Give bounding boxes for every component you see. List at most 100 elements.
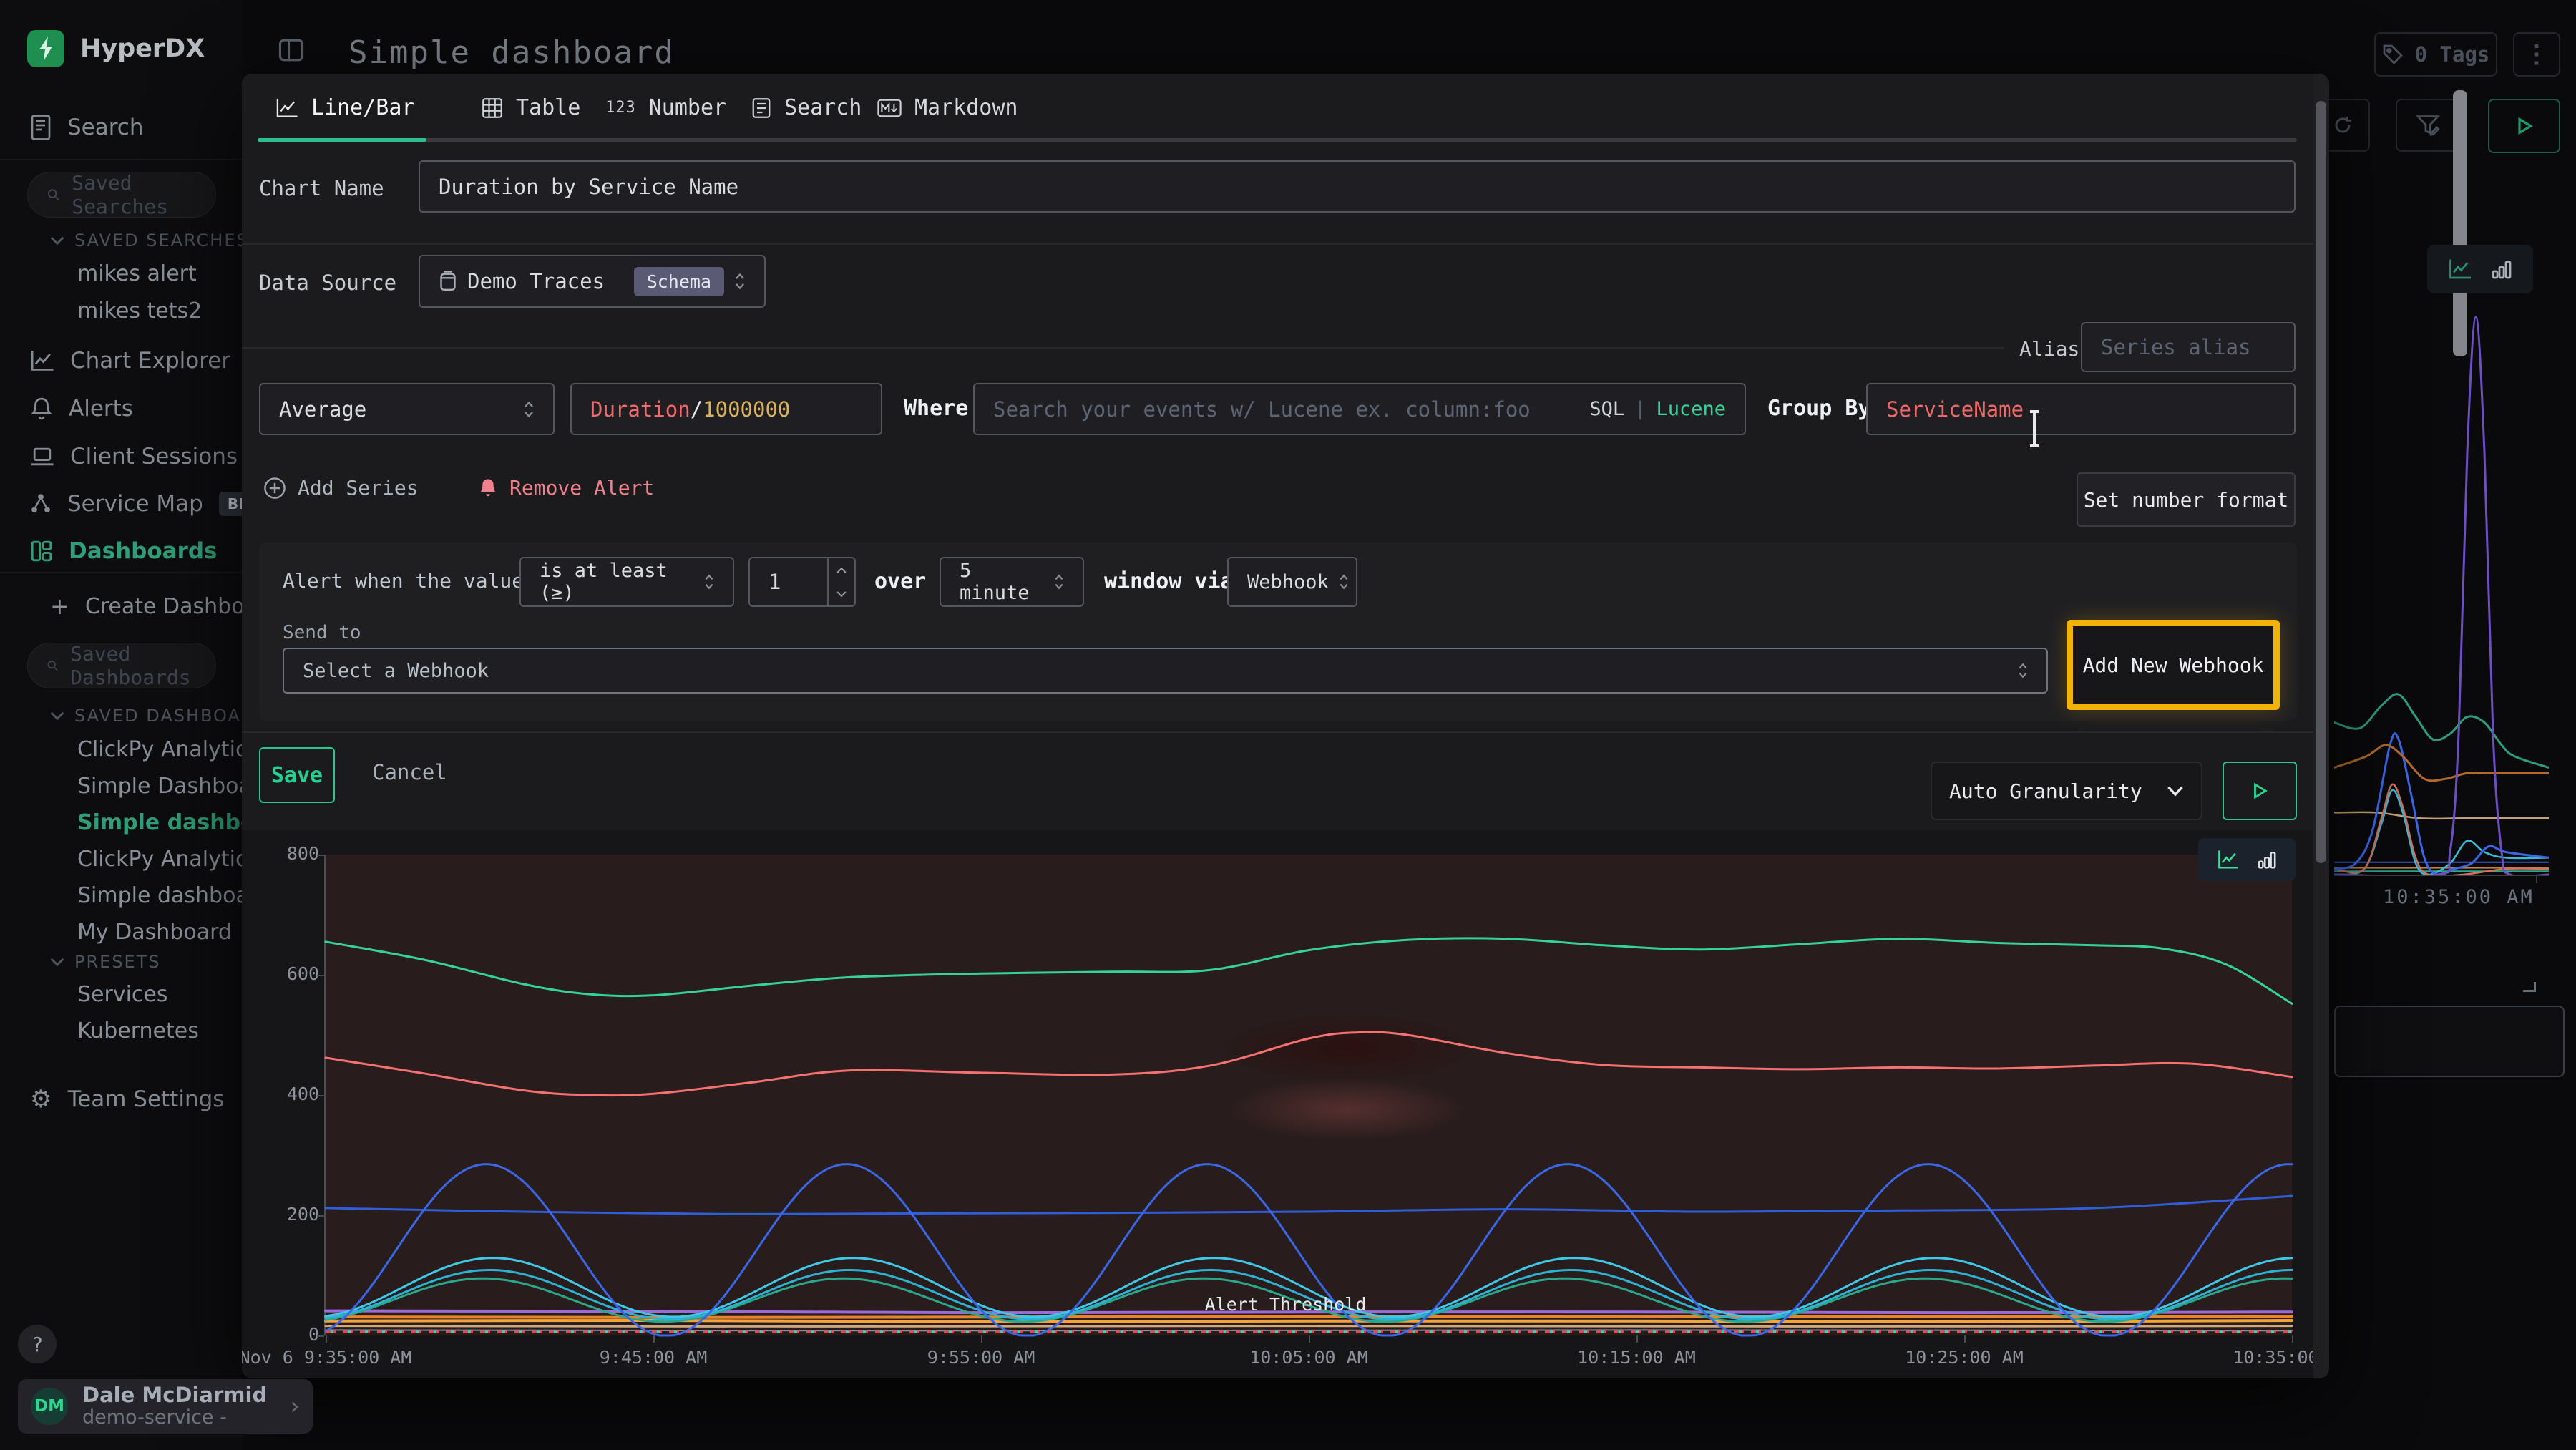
modal-divider — [242, 347, 2004, 349]
sidebar-item-client-sessions[interactable]: Client Sessions — [30, 444, 238, 469]
chart-type-toggle[interactable] — [2198, 838, 2296, 881]
aggregation-select[interactable]: Average — [259, 383, 555, 435]
tab-number[interactable]: 123 Number — [605, 95, 726, 120]
saved-dashboards-input[interactable]: Saved Dashboards — [27, 643, 216, 688]
filter-button[interactable] — [2396, 99, 2460, 152]
sql-toggle[interactable]: SQL — [1589, 398, 1624, 420]
sidebar-item-search[interactable]: Search — [30, 115, 144, 140]
mini-x-tick — [2536, 876, 2537, 883]
cancel-button[interactable]: Cancel — [372, 760, 447, 784]
x-axis-tick-label: 10:25:00 AM — [1835, 1347, 2093, 1368]
app-logo[interactable]: HyperDX — [27, 30, 205, 67]
remove-alert-button[interactable]: Remove Alert — [478, 476, 654, 500]
over-label: over — [874, 569, 926, 594]
granularity-select[interactable]: Auto Granularity — [1931, 762, 2202, 820]
user-card[interactable]: DM Dale McDiarmid demo-service - › — [18, 1379, 313, 1434]
app-logo-text: HyperDX — [80, 34, 205, 63]
schema-badge[interactable]: Schema — [634, 267, 724, 296]
refresh-icon — [2332, 115, 2353, 136]
service-map-icon — [30, 492, 52, 515]
tab-line-bar[interactable]: Line/Bar — [275, 95, 415, 120]
journal-icon — [30, 115, 52, 140]
alert-prefix-label: Alert when the value — [283, 569, 524, 593]
panel-resize-handle[interactable] — [2523, 982, 2536, 992]
chart-series-orange-2 — [326, 1320, 2292, 1322]
tab-markdown[interactable]: Markdown — [877, 95, 1018, 120]
panel-toggle-icon — [278, 37, 305, 64]
edit-chart-modal: Line/Bar Table 123 Number Search Markdow… — [242, 74, 2329, 1378]
preview-run-button[interactable] — [2223, 762, 2297, 820]
page-title: Simple dashboard — [348, 34, 675, 71]
x-axis-tick — [653, 1335, 655, 1343]
kebab-icon: ⋮ — [2524, 40, 2549, 69]
lucene-toggle[interactable]: Lucene — [1656, 398, 1726, 420]
play-icon — [2250, 782, 2269, 800]
number-spinner[interactable] — [827, 558, 854, 605]
alert-condition-select[interactable]: is at least (≥) — [519, 557, 734, 607]
modal-scrollbar-thumb[interactable] — [2316, 101, 2326, 863]
mini-chart-type-toggle[interactable] — [2427, 245, 2533, 293]
chart-name-input[interactable]: Duration by Service Name — [419, 160, 2296, 213]
background-dashboard-chart — [2334, 311, 2549, 875]
webhook-select[interactable]: Select a Webhook — [283, 648, 2048, 694]
tab-table[interactable]: Table — [482, 95, 580, 120]
group-by-input[interactable]: ServiceName — [1866, 383, 2296, 435]
x-axis-tick-label: 9:55:00 AM — [852, 1347, 1110, 1368]
background-search-input[interactable] — [2334, 1006, 2565, 1077]
y-axis-tick-label: 800 — [262, 843, 319, 864]
x-axis-tick-label: 10:15:00 AM — [1508, 1347, 1765, 1368]
saved-search-item[interactable]: mikes alert — [77, 261, 202, 286]
123-icon: 123 — [605, 99, 636, 117]
saved-search-item[interactable]: mikes tets2 — [77, 298, 202, 323]
field-expression-input[interactable]: Duration / 1000000 — [570, 383, 882, 435]
sidebar-item-alerts[interactable]: Alerts — [30, 396, 133, 422]
add-series-button[interactable]: Add Series — [263, 476, 419, 500]
x-axis-tick-label: 9:45:00 AM — [525, 1347, 782, 1368]
duration-line-chart — [326, 855, 2292, 1335]
saved-searches-list: mikes alert mikes tets2 — [77, 261, 202, 323]
sidebar-item-chart-explorer[interactable]: Chart Explorer — [30, 348, 230, 374]
preset-item[interactable]: Kubernetes — [77, 1018, 199, 1043]
alert-window-select[interactable]: 5 minute — [940, 557, 1084, 607]
sidebar-collapse-button[interactable] — [278, 37, 305, 64]
saved-searches-input[interactable]: Saved Searches — [27, 172, 216, 218]
sidebar-divider — [0, 572, 243, 573]
preset-item[interactable]: Services — [77, 982, 199, 1007]
select-chevrons-icon — [523, 399, 535, 419]
avatar: DM — [31, 1388, 68, 1425]
presets-header[interactable]: PRESETS — [50, 952, 161, 972]
modal-scrollbar-track[interactable] — [2313, 74, 2329, 1378]
chevron-down-icon — [50, 957, 64, 967]
x-axis-tick-label: Nov 6 9:35:00 AM — [242, 1347, 454, 1368]
set-number-format-button[interactable]: Set number format — [2077, 472, 2296, 527]
line-chart-icon — [2217, 850, 2240, 870]
document-icon — [751, 97, 771, 119]
data-source-select[interactable]: Demo Traces Schema — [419, 255, 766, 308]
where-placeholder: Search your events w/ Lucene ex. column:… — [993, 397, 1531, 422]
sidebar-item-team-settings[interactable]: ⚙ Team Settings — [30, 1085, 224, 1114]
save-button[interactable]: Save — [259, 747, 335, 803]
tags-button[interactable]: 0 Tags — [2374, 32, 2497, 77]
chart-series-purple-spike — [2334, 317, 2549, 875]
alias-placeholder: Series alias — [2101, 335, 2251, 359]
series-alias-input[interactable]: Series alias — [2081, 322, 2296, 372]
sidebar-item-dashboards[interactable]: Dashboards — [30, 538, 218, 564]
where-search-input[interactable]: Search your events w/ Lucene ex. column:… — [973, 383, 1746, 435]
alert-threshold-input[interactable]: 1 — [748, 557, 856, 607]
window-via-label: window via — [1104, 569, 1234, 594]
chevron-down-icon — [836, 590, 847, 598]
tab-search[interactable]: Search — [751, 95, 862, 120]
group-by-label: Group By — [1767, 396, 1871, 421]
more-options-button[interactable]: ⋮ — [2513, 32, 2560, 77]
add-new-webhook-button[interactable]: Add New Webhook — [2073, 626, 2273, 704]
alert-channel-select[interactable]: Webhook — [1227, 557, 1357, 607]
laptop-icon — [30, 446, 54, 467]
bell-icon — [30, 396, 53, 421]
saved-dashboards-placeholder: Saved Dashboards — [70, 642, 197, 689]
help-button[interactable]: ? — [18, 1325, 57, 1363]
run-query-button[interactable] — [2488, 99, 2560, 153]
x-axis-tick — [1964, 1335, 1966, 1343]
saved-searches-header[interactable]: SAVED SEARCHES — [50, 230, 249, 250]
chart-series-blue-flat — [326, 1196, 2292, 1214]
y-axis-tick — [317, 855, 324, 856]
